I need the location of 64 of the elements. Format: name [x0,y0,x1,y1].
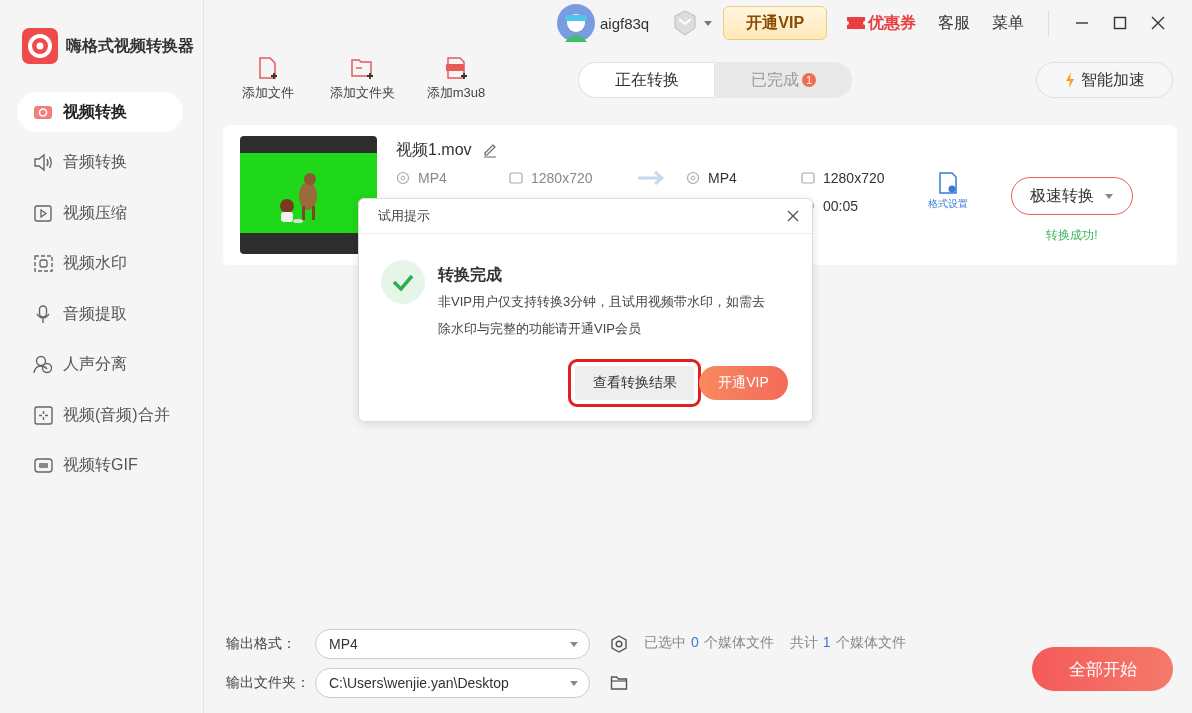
format-dropdown[interactable]: MP4 [315,628,590,659]
pencil-icon[interactable] [481,142,498,158]
sidebar-item[interactable]: 视频压缩 [17,193,183,233]
sidebar-item[interactable]: 视频水印 [17,243,183,284]
speaker-icon [33,152,54,173]
caret-icon [569,639,579,648]
menu-link[interactable]: 菜单 [992,12,1025,34]
folder-icon[interactable] [610,673,628,692]
ticket-icon [847,16,866,30]
watermark-icon [33,253,54,274]
file-count-text: 共计 1 个媒体文件 [789,634,906,652]
field-label: 输出格式： [226,634,297,653]
file-count-text: 已选中 0 个媒体文件 [644,634,774,652]
file-add-icon [256,56,280,80]
support-link[interactable]: 客服 [938,12,971,34]
output-format: MP4 [708,170,737,186]
play-icon [33,202,54,224]
disc-icon [686,171,700,185]
settings-icon[interactable] [610,634,628,653]
dialog-title: 试用提示 [378,207,430,225]
disc-icon [396,171,410,185]
format-settings-button[interactable]: 格式设置 [928,171,968,211]
sidebar-item[interactable]: 视频转换 [17,92,183,132]
toolbar-button[interactable]: 添加文件夹 [315,56,409,102]
folder-dropdown[interactable]: C:\Users\wenjie.yan\Desktop [315,667,590,698]
caret-icon [569,678,579,687]
convert-button[interactable]: 极速转换 [1011,177,1133,215]
username[interactable]: aigf83q [600,14,650,32]
sidebar-item[interactable]: 音频转换 [17,142,183,183]
check-icon [381,260,425,304]
sidebar-item[interactable]: 人声分离 [17,344,183,385]
gif-icon [33,455,54,476]
person-icon [33,354,54,375]
sidebar-item[interactable]: 视频(音频)合并 [17,395,183,435]
speed-up-button[interactable]: 智能加速 [1036,62,1173,98]
status-text: 转换成功! [1046,227,1098,244]
count-badge: 1 [801,73,817,87]
folder-add-icon [350,56,374,80]
lightning-icon [1064,72,1075,88]
app-logo-icon [22,28,58,64]
source-format: MP4 [418,170,447,186]
caret-icon [1104,192,1114,200]
sidebar-item[interactable]: 视频转GIF [17,445,183,486]
dialog-heading: 转换完成 [438,265,503,285]
output-duration: 00:05 [823,198,859,214]
source-resolution: 1280x720 [531,170,593,186]
screen-icon [509,171,523,185]
tab[interactable]: 正在转换 [578,62,715,98]
settings-icon [937,171,959,195]
vip-button[interactable]: 开通VIP [723,6,828,40]
file-add-icon [444,56,468,80]
merge-icon [33,404,54,426]
toolbar-button[interactable]: 添加文件 [221,56,315,102]
avatar-icon [557,4,595,42]
field-label: 输出文件夹： [226,673,311,692]
app-title: 嗨格式视频转换器 [66,35,194,56]
sidebar-item[interactable]: 音频提取 [17,294,183,334]
screen-icon [801,171,815,185]
coupon-link[interactable]: 优惠券 [847,12,917,34]
file-name: 视频1.mov [396,139,472,160]
dialog-message: 非VIP用户仅支持转换3分钟，且试用视频带水印，如需去除水印与完整的功能请开通VIP会员 [438,293,767,338]
close-icon[interactable] [786,209,800,223]
toolbar-button[interactable]: 添加m3u8 [409,56,503,102]
output-resolution: 1280x720 [823,170,885,186]
